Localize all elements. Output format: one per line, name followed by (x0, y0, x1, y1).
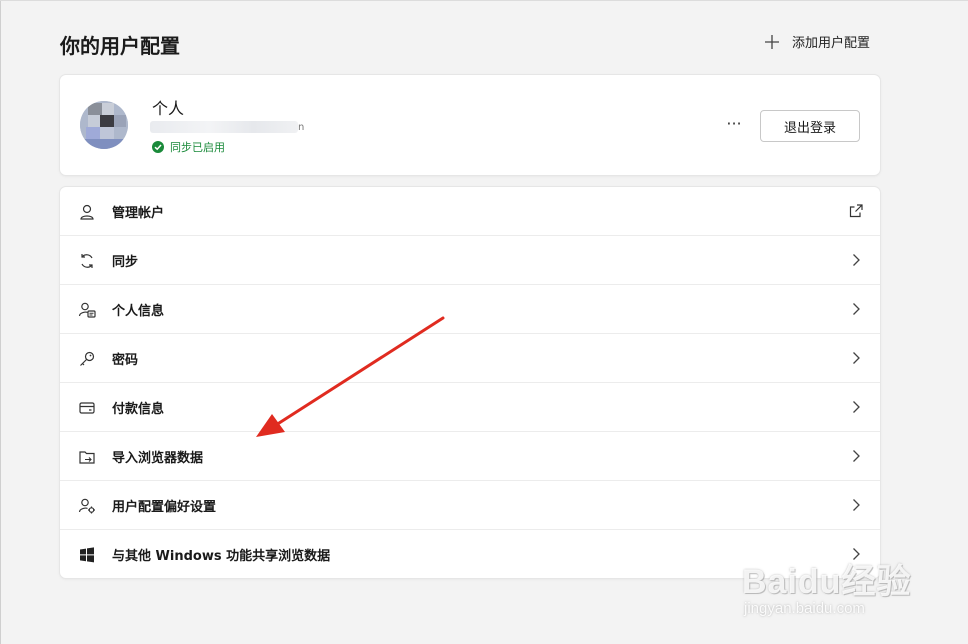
menu-item-label: 管理帐户 (112, 206, 165, 221)
menu-item-password[interactable]: 密码 (60, 334, 880, 383)
profile-menu: 管理帐户 同步 个人信息 密码 付款信息 导入浏览器数据 用户配置偏好设置 与其… (60, 187, 880, 578)
menu-item-label: 密码 (112, 353, 139, 368)
external-link-icon (849, 204, 863, 218)
plus-icon (764, 34, 779, 49)
chevron-right-icon (853, 303, 860, 315)
chevron-right-icon (853, 352, 860, 364)
profile-name: 个人 (152, 99, 185, 118)
menu-item-label: 导入浏览器数据 (112, 451, 204, 466)
page-header: 你的用户配置 添加用户配置 (60, 28, 880, 60)
person-icon (80, 204, 94, 220)
sync-icon (81, 254, 93, 268)
chevron-right-icon (853, 254, 860, 266)
windows-icon (80, 547, 94, 563)
menu-item-label: 个人信息 (112, 304, 165, 319)
menu-item-label: 付款信息 (112, 402, 165, 417)
menu-item-label: 同步 (112, 255, 139, 270)
credit-card-icon (79, 402, 95, 414)
check-circle-icon (152, 141, 164, 153)
profile-card: 个人 n 同步已启用 ··· 退出登录 (60, 75, 880, 175)
personal-info-icon (78, 302, 96, 318)
menu-item-label: 用户配置偏好设置 (112, 500, 217, 515)
profile-email-tail: n (298, 122, 305, 133)
chevron-right-icon (853, 499, 860, 511)
chevron-right-icon (853, 450, 860, 462)
import-folder-icon (79, 451, 95, 464)
key-icon (80, 351, 95, 366)
sign-out-button[interactable]: 退出登录 (760, 110, 860, 142)
watermark-url: jingyan.baidu.com (744, 600, 865, 617)
menu-item-share-with-windows[interactable]: 与其他 Windows 功能共享浏览数据 (60, 530, 880, 578)
page-title: 你的用户配置 (60, 34, 180, 58)
profile-email-redacted (150, 121, 298, 133)
window-edge (0, 0, 1, 644)
menu-item-personal-info[interactable]: 个人信息 (60, 285, 880, 334)
menu-item-import-browser-data[interactable]: 导入浏览器数据 (60, 432, 880, 481)
menu-item-payment-info[interactable]: 付款信息 (60, 383, 880, 432)
more-options-button[interactable]: ··· (722, 111, 746, 135)
menu-item-sync[interactable]: 同步 (60, 236, 880, 285)
window-top-edge (0, 0, 968, 1)
menu-item-label: 与其他 Windows 功能共享浏览数据 (112, 549, 331, 564)
avatar[interactable] (80, 101, 128, 149)
menu-item-profile-preferences[interactable]: 用户配置偏好设置 (60, 481, 880, 530)
add-profile-button[interactable]: 添加用户配置 (764, 32, 870, 51)
chevron-right-icon (853, 548, 860, 560)
menu-item-manage-account[interactable]: 管理帐户 (60, 187, 880, 236)
chevron-right-icon (853, 401, 860, 413)
profile-settings-icon (78, 498, 95, 514)
sync-status: 同步已启用 (152, 139, 225, 155)
add-profile-label: 添加用户配置 (791, 36, 870, 51)
sync-status-label: 同步已启用 (170, 141, 225, 154)
